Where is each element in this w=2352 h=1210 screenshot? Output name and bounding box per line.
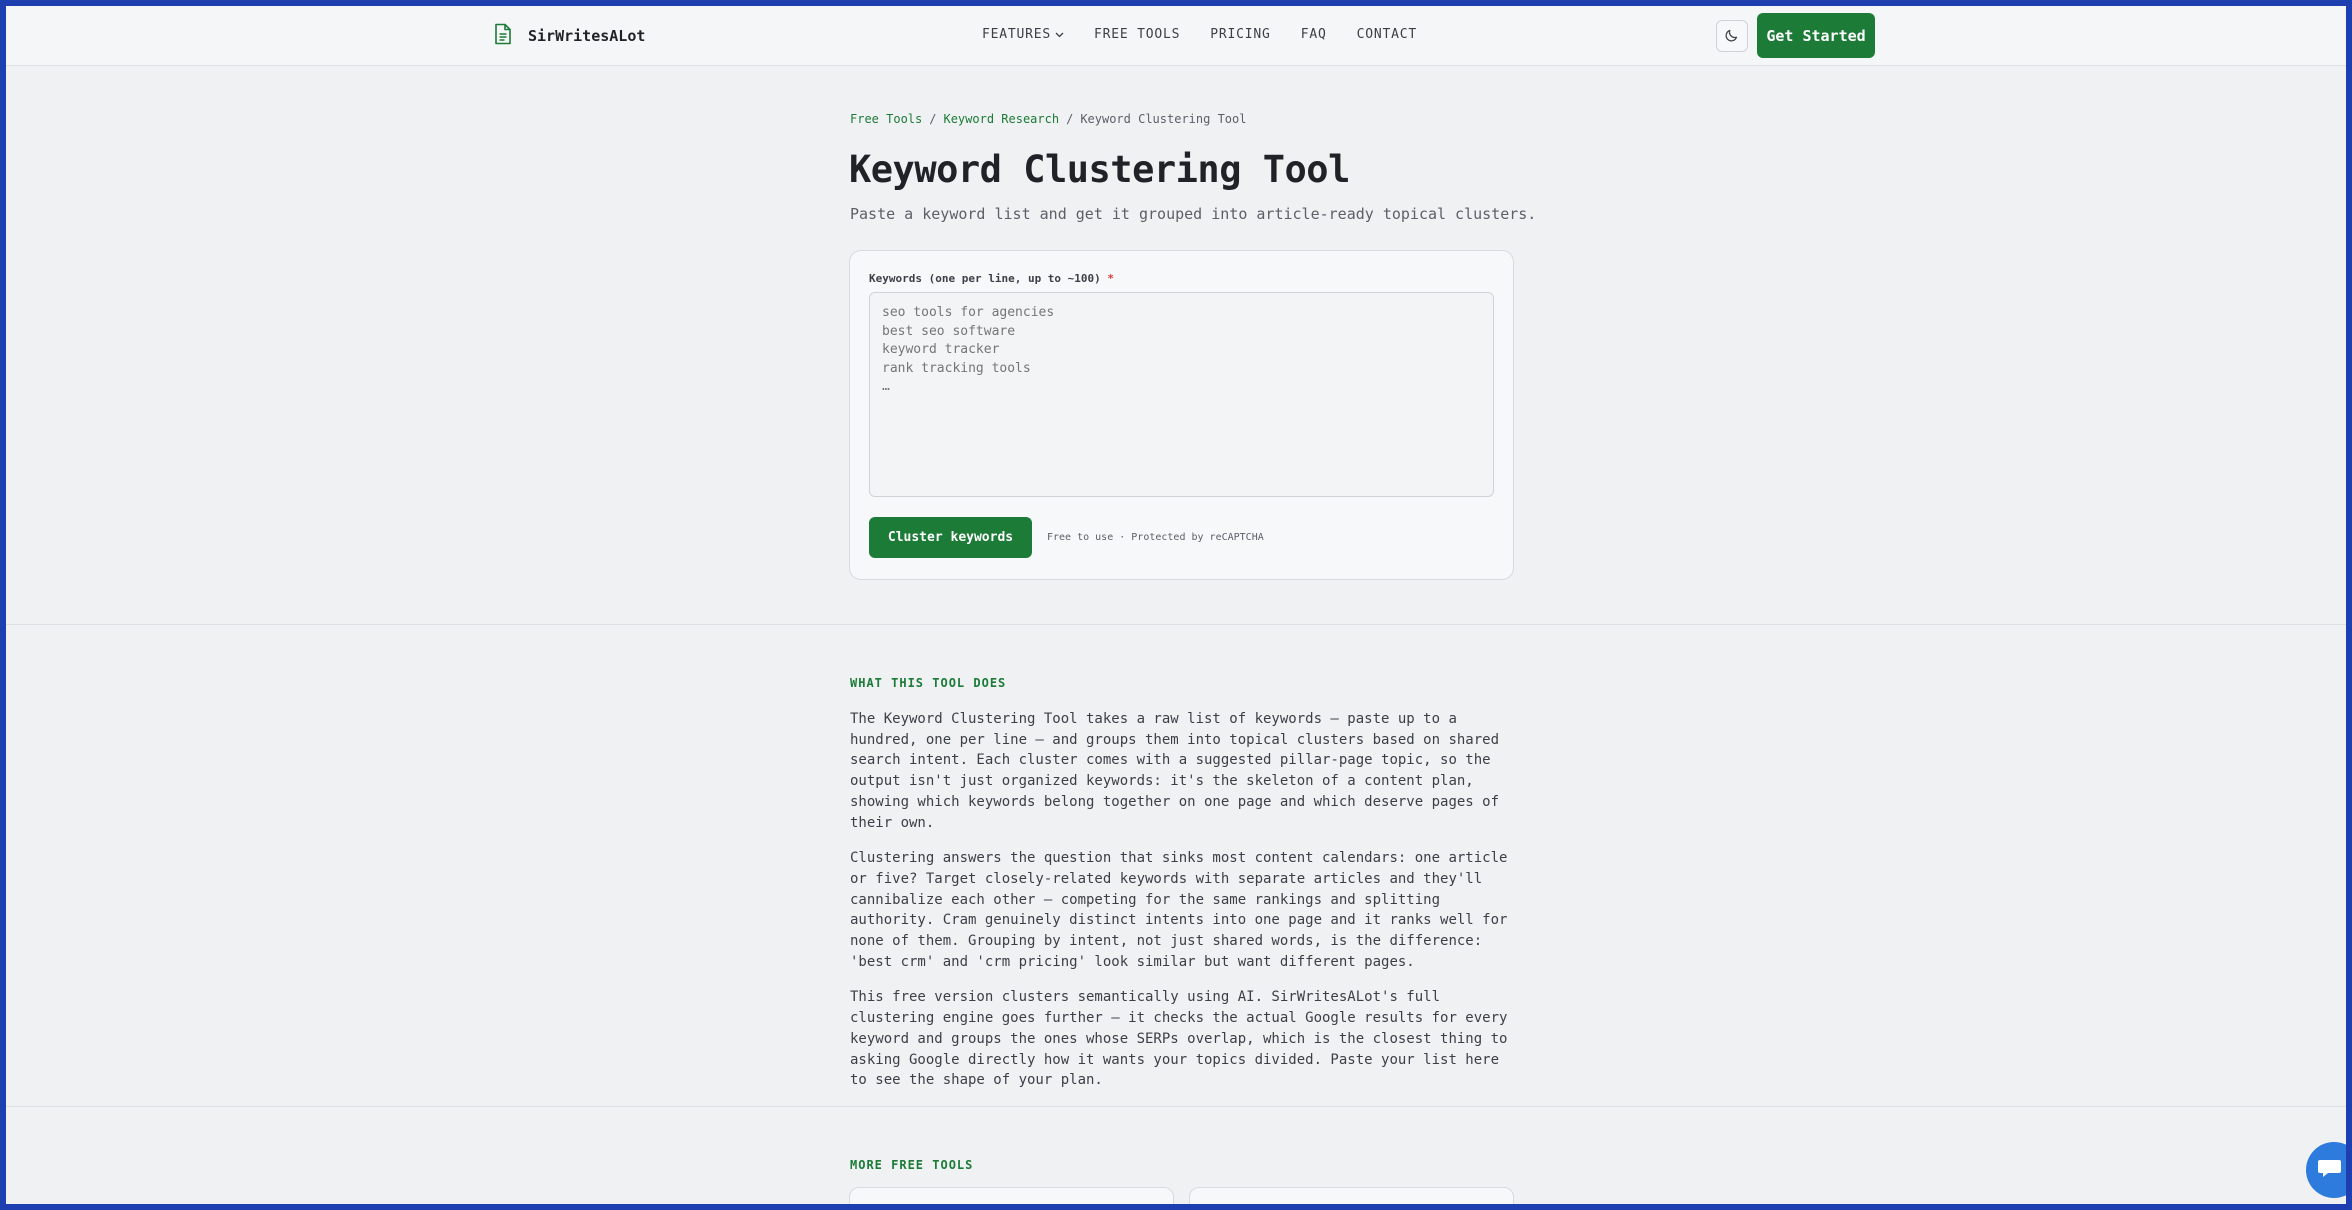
nav-faq[interactable]: FAQ: [1301, 27, 1327, 42]
brand-link[interactable]: SirWritesALot: [494, 23, 645, 49]
keywords-textarea[interactable]: [869, 292, 1494, 497]
chevron-down-icon: [1055, 27, 1064, 42]
nav-free-tools[interactable]: FREE TOOLS: [1094, 27, 1180, 42]
moon-icon: [1725, 27, 1739, 46]
brand-name: SirWritesALot: [528, 27, 646, 45]
keyword-form-card: Keywords (one per line, up to ~100) * Cl…: [849, 250, 1514, 580]
tool-card[interactable]: [849, 1187, 1174, 1204]
breadcrumb-free-tools[interactable]: Free Tools: [850, 112, 922, 126]
form-note: Free to use · Protected by reCAPTCHA: [1047, 532, 1264, 543]
section-divider: [6, 1106, 2346, 1107]
site-header: SirWritesALot FEATURES FREE TOOLS PRICIN…: [6, 6, 2346, 66]
main-nav: FEATURES FREE TOOLS PRICING FAQ CONTACT: [982, 27, 1417, 42]
keywords-label: Keywords (one per line, up to ~100) *: [869, 272, 1114, 285]
page-title: Keyword Clustering Tool: [849, 148, 1350, 191]
chat-widget-button[interactable]: [2306, 1142, 2346, 1198]
nav-features-label: FEATURES: [982, 27, 1052, 42]
breadcrumb-separator: /: [929, 112, 937, 126]
about-paragraph-1: The Keyword Clustering Tool takes a raw …: [850, 711, 1500, 831]
breadcrumb: Free Tools / Keyword Research / Keyword Clus…: [850, 112, 1246, 126]
page: SirWritesALot FEATURES FREE TOOLS PRICIN…: [6, 6, 2346, 1204]
breadcrumb-current: Keyword Clustering Tool: [1080, 112, 1247, 126]
page-subtitle: Paste a keyword list and get it grouped …: [850, 205, 1537, 223]
nav-features[interactable]: FEATURES: [982, 27, 1064, 42]
about-eyebrow: WHAT THIS TOOL DOES: [850, 676, 1007, 690]
about-paragraph-2: Clustering answers the question that sin…: [850, 850, 1508, 970]
cluster-keywords-button[interactable]: Cluster keywords: [869, 517, 1032, 558]
document-icon: [494, 23, 512, 49]
section-divider: [6, 624, 2346, 625]
theme-toggle-button[interactable]: [1716, 20, 1748, 52]
keywords-label-text: Keywords (one per line, up to ~100): [869, 272, 1101, 285]
more-tools-eyebrow: MORE FREE TOOLS: [850, 1158, 974, 1172]
about-paragraph-3: This free version clusters semantically …: [850, 989, 1508, 1089]
nav-pricing[interactable]: PRICING: [1210, 27, 1270, 42]
tool-card[interactable]: [1189, 1187, 1514, 1204]
required-marker: *: [1107, 272, 1115, 285]
nav-contact[interactable]: CONTACT: [1357, 27, 1417, 42]
about-body: The Keyword Clustering Tool takes a raw …: [850, 709, 1518, 1106]
chat-bubble-icon: [2318, 1157, 2344, 1183]
get-started-button[interactable]: Get Started: [1757, 13, 1875, 58]
breadcrumb-keyword-research[interactable]: Keyword Research: [943, 112, 1059, 126]
breadcrumb-separator: /: [1066, 112, 1074, 126]
